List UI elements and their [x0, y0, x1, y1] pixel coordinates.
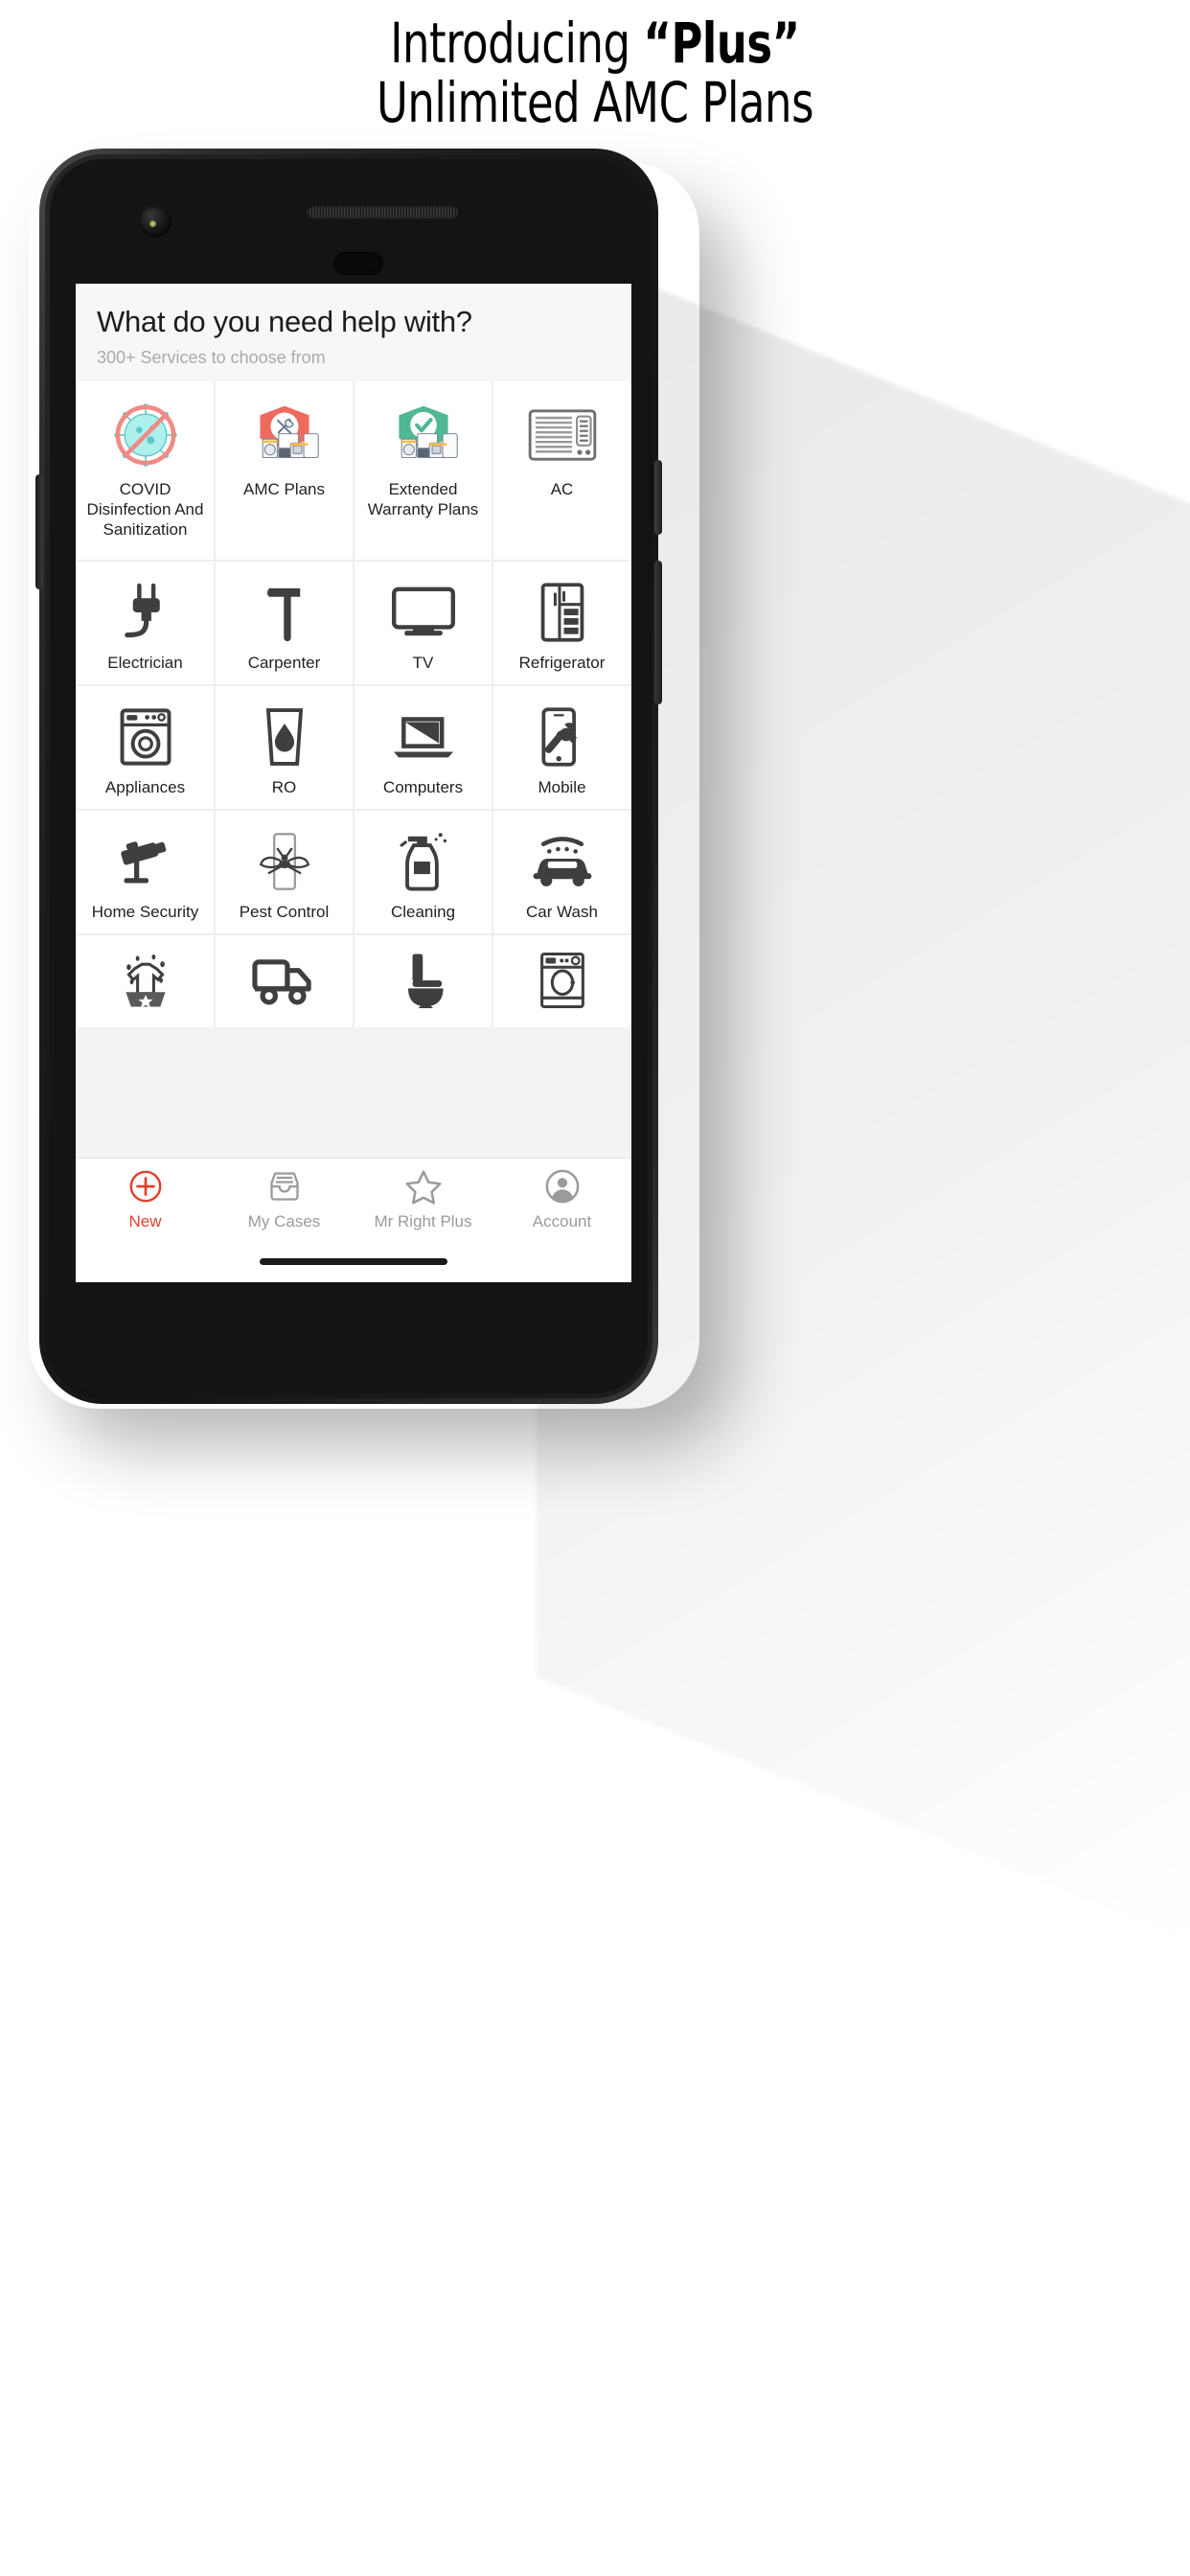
service-tile-computers[interactable]: Computers: [355, 686, 492, 809]
nav-item-new[interactable]: New: [76, 1159, 215, 1240]
account-avatar-icon: [544, 1167, 581, 1206]
star-outline-icon: [404, 1167, 443, 1206]
mobile-wrench-icon: [538, 702, 586, 771]
services-grid-scroll[interactable]: COVID Disinfection And Sanitization AMC …: [76, 381, 631, 1158]
services-grid: COVID Disinfection And Sanitization AMC …: [77, 381, 630, 1027]
service-tile-appliances[interactable]: Appliances: [77, 686, 214, 809]
service-label: Appliances: [104, 778, 186, 796]
washing-machine-top-icon: [538, 951, 586, 1010]
green-shield-check-appliances-icon: [387, 397, 460, 473]
sensor-pill-icon: [333, 252, 383, 275]
laundry-basket-icon: [117, 951, 174, 1010]
service-label: Car Wash: [526, 903, 598, 921]
service-tile-tv[interactable]: TV: [355, 562, 492, 684]
service-label: RO: [271, 778, 297, 796]
service-label: Electrician: [107, 654, 183, 672]
service-tile-washing-machine[interactable]: [493, 935, 630, 1027]
service-label: Carpenter: [247, 654, 321, 672]
phone-face: What do you need help with? 300+ Service…: [50, 159, 648, 1393]
earpiece-speaker-icon: [307, 205, 458, 218]
spray-bottle-icon: [398, 826, 449, 896]
service-tile-ac[interactable]: AC: [493, 381, 630, 560]
service-tile-delivery[interactable]: [216, 935, 353, 1027]
service-label: Extended Warranty Plans: [367, 480, 479, 518]
service-tile-refrigerator[interactable]: Refrigerator: [493, 562, 630, 684]
nav-item-account[interactable]: Account: [492, 1159, 631, 1240]
service-tile-mobile[interactable]: Mobile: [493, 686, 630, 809]
car-wash-icon: [529, 826, 596, 896]
service-tile-ro[interactable]: RO: [216, 686, 353, 809]
page-title: What do you need help with?: [97, 305, 472, 338]
power-plug-icon: [119, 577, 172, 647]
nav-label: Account: [532, 1212, 592, 1230]
service-label: Home Security: [91, 903, 199, 921]
service-label: Refrigerator: [518, 654, 606, 672]
service-label: AC: [550, 480, 574, 498]
service-label: Cleaning: [390, 903, 456, 921]
power-button[interactable]: [654, 460, 662, 535]
washing-machine-icon: [120, 702, 172, 771]
window-air-conditioner-icon: [528, 397, 597, 473]
service-tile-carpenter[interactable]: Carpenter: [216, 562, 353, 684]
nav-label: Mr Right Plus: [374, 1212, 472, 1230]
app-header: What do you need help with? 300+ Service…: [76, 284, 631, 381]
phone-stage: What do you need help with? 300+ Service…: [0, 0, 1190, 2576]
home-indicator[interactable]: [260, 1257, 447, 1265]
phone-device: What do you need help with? 300+ Service…: [35, 149, 662, 1404]
service-tile-cleaning[interactable]: Cleaning: [355, 811, 492, 933]
nav-label: My Cases: [247, 1212, 321, 1230]
service-tile-covid[interactable]: COVID Disinfection And Sanitization: [77, 381, 214, 560]
left-side-button[interactable]: [35, 474, 43, 589]
bottom-navigation: New My Cases Mr Right Plus Account: [76, 1158, 631, 1240]
hammer-icon: [260, 577, 309, 647]
front-camera-icon: [139, 205, 172, 238]
service-label: Pest Control: [239, 903, 330, 921]
service-label: TV: [412, 654, 434, 672]
service-tile-extended-warranty[interactable]: Extended Warranty Plans: [355, 381, 492, 560]
service-tile-amc-plans[interactable]: AMC Plans: [216, 381, 353, 560]
covid-virus-blocked-icon: [113, 397, 177, 473]
inbox-tray-icon: [265, 1167, 304, 1206]
service-label: Computers: [382, 778, 464, 796]
red-shield-tools-appliances-icon: [248, 397, 321, 473]
service-tile-electrician[interactable]: Electrician: [77, 562, 214, 684]
service-label: COVID Disinfection And Sanitization: [86, 480, 204, 539]
toilet-icon: [398, 951, 449, 1010]
app-screen: What do you need help with? 300+ Service…: [76, 284, 631, 1282]
nav-label: New: [128, 1212, 162, 1230]
service-tile-car-wash[interactable]: Car Wash: [493, 811, 630, 933]
water-glass-drop-icon: [262, 702, 308, 771]
plus-circle-icon: [127, 1167, 164, 1206]
service-label: Mobile: [538, 778, 586, 796]
cctv-camera-icon: [114, 826, 177, 896]
nav-item-my-cases[interactable]: My Cases: [215, 1159, 354, 1240]
refrigerator-icon: [538, 577, 586, 647]
service-tile-laundry[interactable]: [77, 935, 214, 1027]
phone-inner-frame: What do you need help with? 300+ Service…: [45, 154, 652, 1398]
service-tile-plumbing[interactable]: [355, 935, 492, 1027]
delivery-truck-icon: [251, 951, 317, 1010]
television-icon: [391, 577, 455, 647]
nav-item-mr-right-plus[interactable]: Mr Right Plus: [354, 1159, 492, 1240]
service-tile-pest-control[interactable]: Pest Control: [216, 811, 353, 933]
service-tile-home-security[interactable]: Home Security: [77, 811, 214, 933]
laptop-icon: [391, 702, 456, 771]
page-subtitle: 300+ Services to choose from: [97, 348, 326, 367]
volume-button[interactable]: [654, 561, 662, 704]
home-indicator-area: [76, 1240, 631, 1282]
mosquito-icon: [258, 826, 311, 896]
service-label: AMC Plans: [242, 480, 326, 498]
